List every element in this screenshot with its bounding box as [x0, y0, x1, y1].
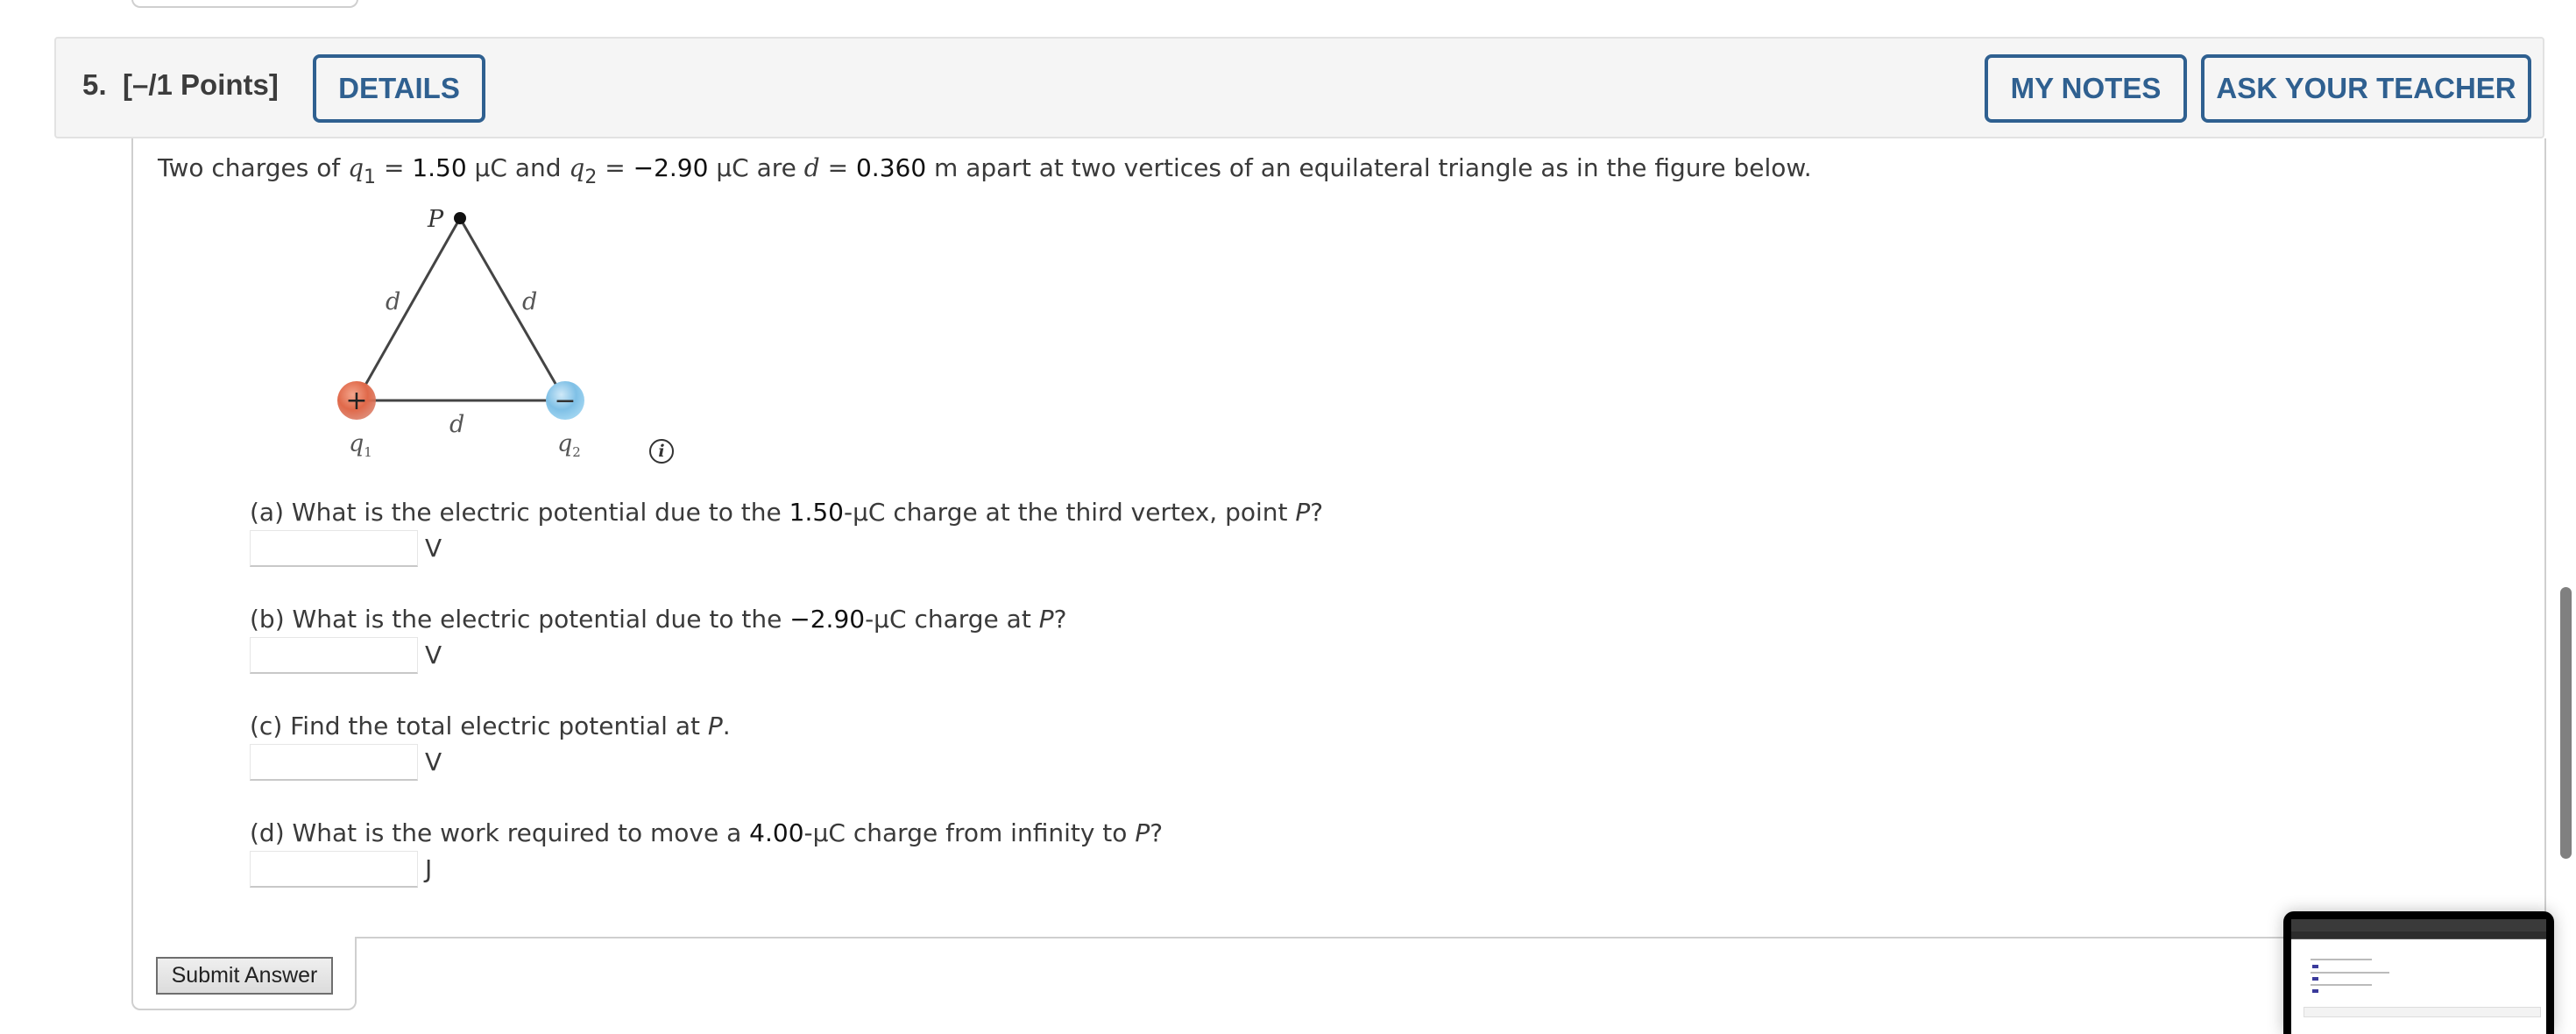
part-b-question: (b) What is the electric potential due t… [250, 605, 1066, 634]
part-value: 1.50 [789, 498, 844, 527]
q1-value: 1.50 [412, 153, 467, 182]
point-p-dot [454, 212, 466, 224]
charge-q1-sign: + [345, 386, 367, 416]
label-p: P [427, 206, 444, 233]
part-variable: P [707, 712, 723, 740]
q1-subscript: 1 [364, 166, 377, 188]
part-a-answer-input[interactable] [250, 530, 418, 567]
q1-variable: q [348, 153, 364, 182]
thumbnail-header [2304, 1007, 2541, 1017]
my-notes-button[interactable]: MY NOTES [1985, 54, 2187, 123]
part-variable: P [1135, 818, 1150, 847]
triangle-figure: P d d d + − q1 q2 [337, 206, 584, 460]
part-a-question: (a) What is the electric potential due t… [250, 498, 1323, 527]
question-intro: Two charges of q1 = 1.50 μC and q2 = −2.… [158, 151, 1812, 188]
part-c-question: (c) Find the total electric potential at… [250, 712, 731, 740]
part-text: (c) Find the total electric potential at [250, 712, 708, 740]
thumbnail-text-line [2311, 959, 2372, 960]
part-d-answer-input[interactable] [250, 851, 418, 888]
divider [355, 937, 2546, 938]
thumbnail-marker [2312, 989, 2318, 993]
part-text: -μC charge at the third vertex, point [844, 498, 1296, 527]
part-text: ? [1150, 818, 1164, 847]
part-value: 4.00 [749, 818, 804, 847]
scrollbar-thumb[interactable] [2560, 587, 2572, 859]
label-d-left: d [386, 288, 400, 315]
scrollbar-track[interactable] [2553, 0, 2576, 1024]
q2-value: −2.90 [633, 153, 709, 182]
part-value: −2.90 [789, 605, 866, 634]
label-q2: q2 [557, 430, 581, 460]
part-b-answer-input[interactable] [250, 637, 418, 674]
part-text: ? [1053, 605, 1067, 634]
part-text: (d) What is the work required to move a [250, 818, 750, 847]
part-d-question: (d) What is the work required to move a … [250, 818, 1163, 847]
q2-subscript: 2 [584, 166, 598, 188]
part-text: -μC charge at [865, 605, 1039, 634]
thumbnail-tabs [2291, 931, 2546, 939]
intro-text: = [597, 153, 633, 182]
part-b-unit: V [425, 641, 442, 669]
question-number: 5. [82, 68, 107, 101]
part-text: ? [1310, 498, 1324, 527]
part-variable: P [1038, 605, 1054, 634]
side-right [458, 217, 567, 401]
label-d-right: d [522, 288, 537, 315]
thumbnail-text-line [2311, 984, 2372, 986]
d-value: 0.360 [855, 153, 927, 182]
intro-text: μC are [708, 153, 804, 182]
part-c-unit: V [425, 747, 442, 776]
part-variable: P [1295, 498, 1311, 527]
part-text: (b) What is the electric potential due t… [250, 605, 790, 634]
part-text: (a) What is the electric potential due t… [250, 498, 789, 527]
part-d-unit: J [425, 854, 433, 883]
thumbnail-toolbar [2291, 919, 2546, 931]
part-text: -μC charge from infinity to [803, 818, 1136, 847]
screenshot-thumbnail-preview[interactable] [2283, 911, 2554, 1034]
details-button[interactable]: DETAILS [313, 54, 485, 123]
thumbnail-marker [2312, 977, 2318, 981]
part-a-unit: V [425, 534, 442, 563]
intro-text: m apart at two vertices of an equilatera… [926, 153, 1812, 182]
part-c-answer-input[interactable] [250, 744, 418, 781]
label-q1: q1 [349, 430, 372, 460]
intro-text: μC and [466, 153, 570, 182]
info-icon[interactable]: i [649, 439, 674, 464]
thumbnail-content [2291, 919, 2546, 1034]
thumbnail-marker [2312, 965, 2318, 968]
submit-answer-button[interactable]: Submit Answer [156, 957, 333, 995]
q2-variable: q [569, 153, 585, 182]
part-text: . [722, 712, 731, 740]
intro-text: = [819, 153, 856, 182]
question-header: 5. [–/1 Points] DETAILS MY NOTES ASK YOU… [54, 37, 2544, 138]
side-left [355, 217, 462, 401]
intro-text: Two charges of [158, 153, 349, 182]
label-d-bottom: d [449, 411, 464, 438]
thumbnail-text-line [2311, 972, 2389, 974]
question-points: [–/1 Points] [123, 68, 279, 101]
previous-question-submit-tab [131, 0, 358, 8]
ask-your-teacher-button[interactable]: ASK YOUR TEACHER [2201, 54, 2531, 123]
intro-text: = [376, 153, 413, 182]
charge-q2-sign: − [554, 386, 576, 416]
d-variable: d [803, 153, 820, 182]
